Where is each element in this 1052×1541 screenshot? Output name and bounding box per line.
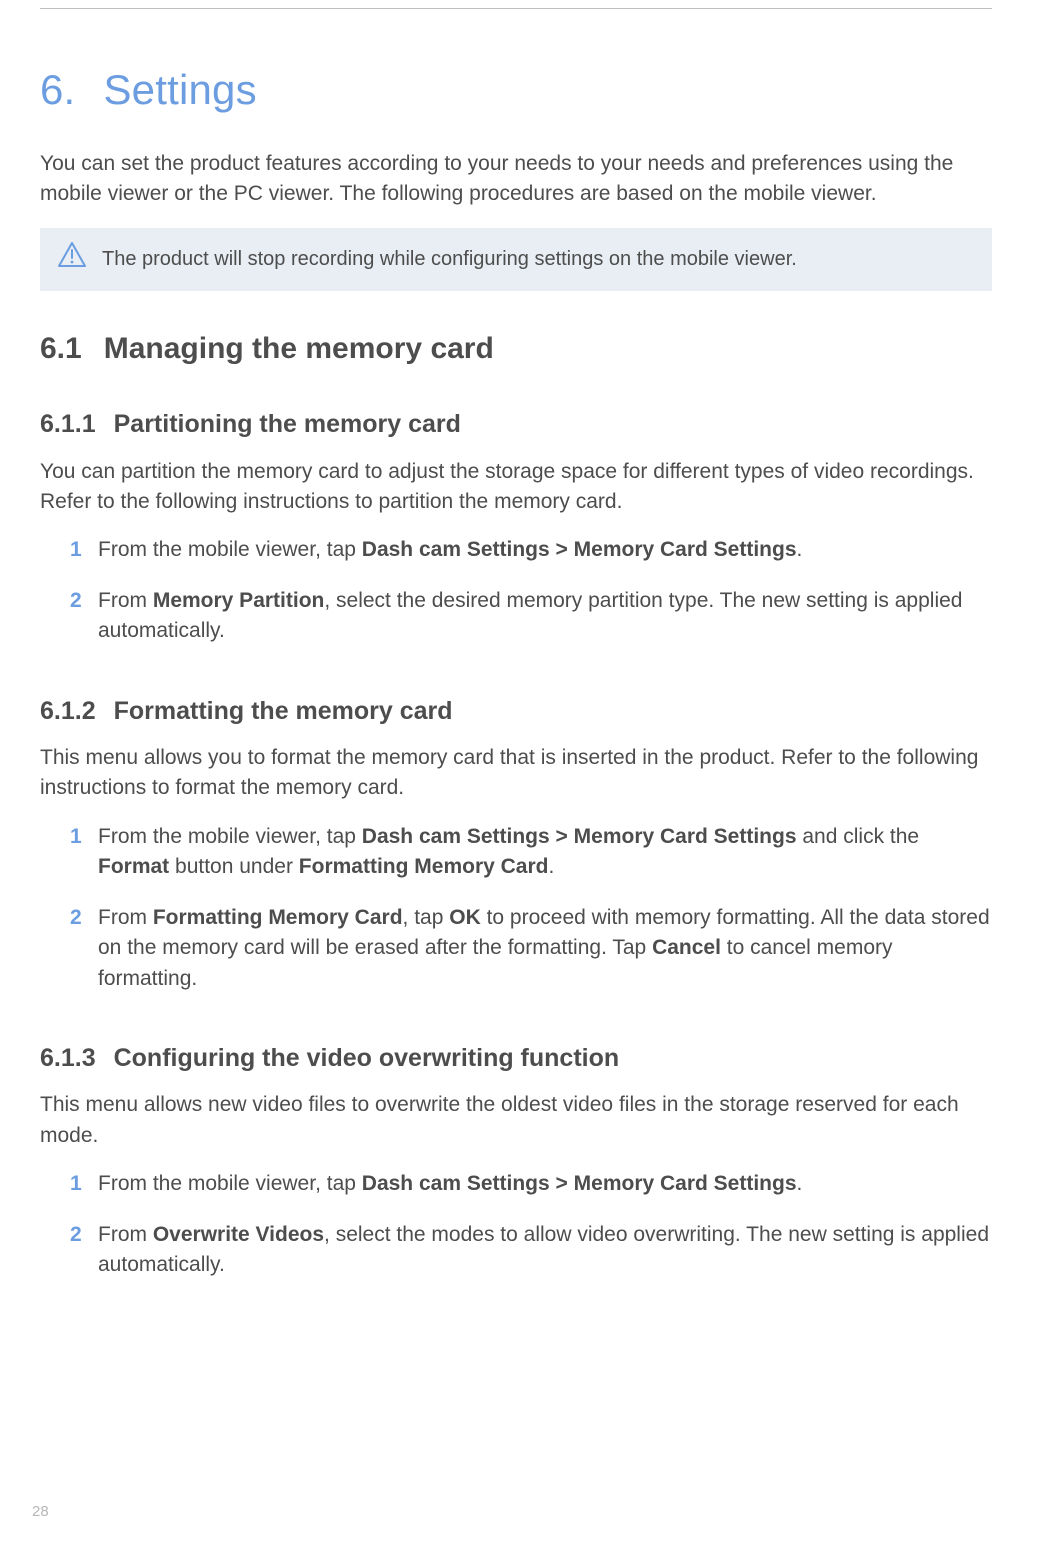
step-text: From the mobile viewer, tap Dash cam Set… [98,825,919,878]
chapter-number: 6. [40,66,75,113]
nav-path-b: Memory Card Settings [574,1172,797,1195]
page-number: 28 [32,1501,49,1523]
chevron-right-icon: > [556,1172,568,1195]
chevron-right-icon: > [556,538,568,561]
step-item: 2 From Memory Partition, select the desi… [70,586,992,647]
step-text: From the mobile viewer, tap Dash cam Set… [98,538,802,561]
bold-term: Formatting Memory Card [299,855,549,878]
section-number: 6.1 [40,332,82,365]
bold-term: Overwrite Videos [153,1223,324,1246]
subsection-6-1-2-heading: 6.1.2 Formatting the memory card [40,693,992,729]
subsection-number: 6.1.1 [40,410,96,438]
chapter-heading: 6. Settings [40,60,992,121]
subsection-intro: This menu allows new video files to over… [40,1090,992,1151]
subsection-title: Configuring the video overwriting functi… [114,1044,620,1072]
step-number: 1 [70,822,82,852]
step-number: 2 [70,586,82,616]
top-divider [40,8,992,9]
subsection-intro: You can partition the memory card to adj… [40,457,992,518]
warning-icon [58,242,86,277]
bold-term: Formatting Memory Card [153,906,403,929]
step-item: 1 From the mobile viewer, tap Dash cam S… [70,1169,992,1199]
chevron-right-icon: > [556,825,568,848]
steps-list: 1 From the mobile viewer, tap Dash cam S… [70,1169,992,1280]
step-text: From Memory Partition, select the desire… [98,589,962,642]
subsection-title: Partitioning the memory card [114,410,461,438]
steps-list: 1 From the mobile viewer, tap Dash cam S… [70,535,992,646]
section-6-1-heading: 6.1 Managing the memory card [40,327,992,371]
step-item: 2 From Formatting Memory Card, tap OK to… [70,903,992,994]
subsection-6-1-3-heading: 6.1.3 Configuring the video overwriting f… [40,1040,992,1076]
bold-term: Memory Partition [153,589,325,612]
step-item: 2 From Overwrite Videos, select the mode… [70,1220,992,1281]
step-number: 2 [70,903,82,933]
steps-list: 1 From the mobile viewer, tap Dash cam S… [70,822,992,994]
step-item: 1 From the mobile viewer, tap Dash cam S… [70,822,992,883]
warning-text: The product will stop recording while co… [102,245,797,274]
step-item: 1 From the mobile viewer, tap Dash cam S… [70,535,992,565]
nav-path-b: Memory Card Settings [574,825,797,848]
subsection-intro: This menu allows you to format the memor… [40,743,992,804]
section-title: Managing the memory card [104,332,494,365]
subsection-6-1-1-heading: 6.1.1 Partitioning the memory card [40,406,992,442]
bold-term: Format [98,855,169,878]
subsection-number: 6.1.3 [40,1044,96,1072]
step-number: 1 [70,1169,82,1199]
subsection-number: 6.1.2 [40,697,96,725]
bold-term: OK [449,906,481,929]
step-text: From Overwrite Videos, select the modes … [98,1223,989,1276]
chapter-title: Settings [103,66,256,113]
warning-notice: The product will stop recording while co… [40,228,992,291]
nav-path-a: Dash cam Settings [362,825,550,848]
step-number: 2 [70,1220,82,1250]
nav-path-a: Dash cam Settings [362,1172,550,1195]
bold-term: Cancel [652,936,721,959]
step-text: From Formatting Memory Card, tap OK to p… [98,906,990,990]
subsection-title: Formatting the memory card [114,697,453,725]
step-number: 1 [70,535,82,565]
step-text: From the mobile viewer, tap Dash cam Set… [98,1172,802,1195]
intro-paragraph: You can set the product features accordi… [40,149,992,210]
nav-path-b: Memory Card Settings [574,538,797,561]
nav-path-a: Dash cam Settings [362,538,550,561]
